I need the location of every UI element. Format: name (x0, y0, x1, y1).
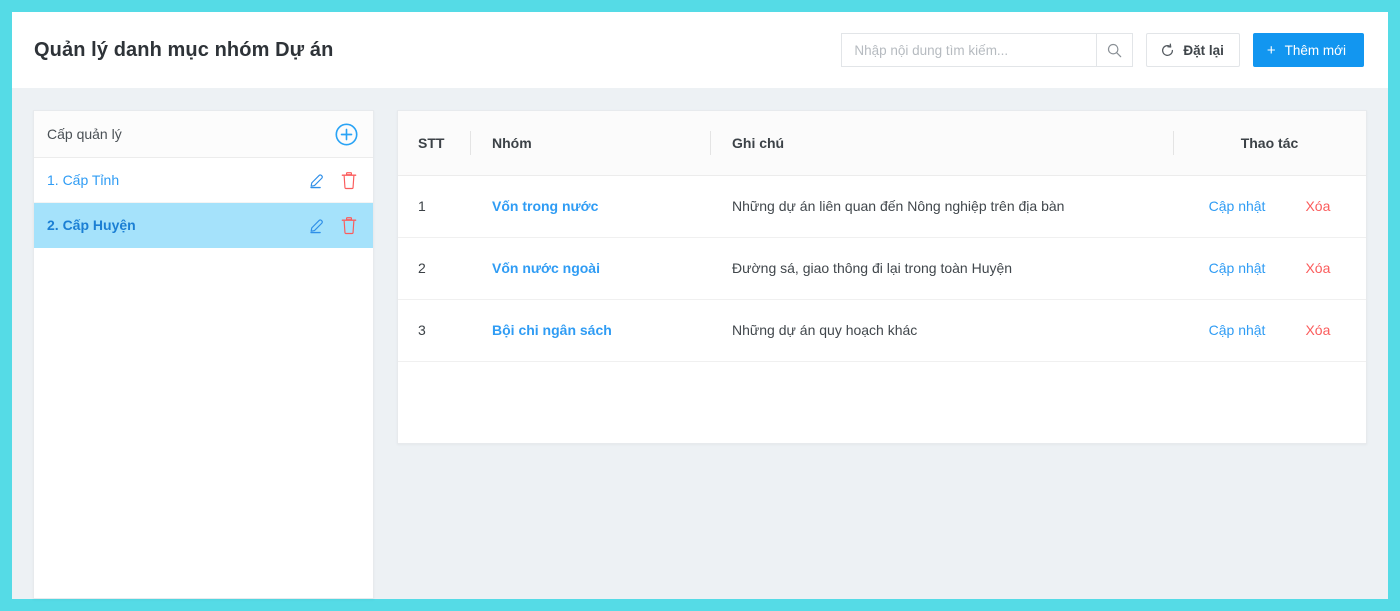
refresh-icon (1162, 42, 1174, 56)
update-link[interactable]: Cập nhật (1209, 260, 1266, 276)
row-actions: Cập nhật Xóa (1173, 322, 1366, 338)
filler-cell (398, 361, 470, 443)
cell-actions: Cập nhật Xóa (1173, 299, 1366, 362)
search-icon (1108, 43, 1122, 57)
cell-stt: 2 (398, 237, 470, 300)
project-group-table-panel: STT Nhóm Ghi chú Thao tác 1 Vốn trong nư… (397, 110, 1367, 444)
cell-group: Bội chi ngân sách (470, 299, 710, 362)
page-title: Quản lý danh mục nhóm Dự án (34, 38, 334, 61)
management-level-header: Cấp quản lý (34, 111, 373, 158)
trash-icon (341, 171, 357, 189)
filler-cell (710, 361, 1173, 443)
header-actions: Đặt lại + Thêm mới (841, 33, 1364, 67)
column-header-group: Nhóm (470, 111, 710, 176)
table-header: STT Nhóm Ghi chú Thao tác (398, 111, 1366, 176)
pencil-icon (310, 219, 323, 234)
filler-cell (470, 361, 710, 443)
column-header-note: Ghi chú (710, 111, 1173, 176)
edit-level-button[interactable] (308, 171, 326, 189)
app-window: Quản lý danh mục nhóm Dự án Đặt lại (12, 12, 1388, 599)
group-name-link[interactable]: Bội chi ngân sách (492, 322, 612, 338)
cell-group: Vốn trong nước (470, 175, 710, 238)
update-link[interactable]: Cập nhật (1209, 198, 1266, 214)
table-header-row: STT Nhóm Ghi chú Thao tác (398, 111, 1366, 176)
cell-group: Vốn nước ngoài (470, 237, 710, 300)
delete-link[interactable]: Xóa (1305, 260, 1330, 276)
delete-link[interactable]: Xóa (1305, 198, 1330, 214)
delete-link[interactable]: Xóa (1305, 322, 1330, 338)
filler-cell (1173, 361, 1366, 443)
cell-note: Những dự án liên quan đến Nông nghiệp tr… (710, 175, 1173, 238)
cell-stt: 3 (398, 299, 470, 362)
management-level-panel: Cấp quản lý 1. Cấp Tỉnh 2. Cấp Huyện (33, 110, 374, 599)
cell-actions: Cập nhật Xóa (1173, 175, 1366, 238)
management-level-title: Cấp quản lý (47, 126, 122, 142)
sidebar-item-cap-huyen[interactable]: 2. Cấp Huyện (34, 203, 373, 248)
column-header-stt: STT (398, 111, 470, 176)
plus-icon: + (1266, 41, 1276, 59)
group-name-link[interactable]: Vốn nước ngoài (492, 260, 600, 276)
management-level-list: 1. Cấp Tỉnh 2. Cấp Huyện (34, 158, 373, 598)
sidebar-item-label: 1. Cấp Tỉnh (47, 172, 120, 188)
delete-level-button[interactable] (340, 171, 358, 190)
row-actions: Cập nhật Xóa (1173, 260, 1366, 276)
search-box[interactable] (841, 33, 1134, 67)
table-row[interactable]: 3 Bội chi ngân sách Những dự án quy hoạc… (398, 299, 1366, 362)
cell-note: Những dự án quy hoạch khác (710, 299, 1173, 362)
delete-level-button[interactable] (340, 216, 358, 235)
trash-icon (341, 216, 357, 234)
sidebar-item-actions (308, 171, 358, 190)
table-body: 1 Vốn trong nước Những dự án liên quan đ… (398, 175, 1366, 443)
cell-note: Đường sá, giao thông đi lại trong toàn H… (710, 237, 1173, 300)
search-button[interactable] (1096, 34, 1133, 66)
page-header: Quản lý danh mục nhóm Dự án Đặt lại (12, 12, 1388, 88)
search-input[interactable] (842, 34, 1097, 66)
column-header-action: Thao tác (1173, 111, 1366, 176)
sidebar-item-actions (308, 216, 358, 235)
reset-button[interactable]: Đặt lại (1146, 33, 1240, 67)
reset-button-label: Đặt lại (1183, 42, 1224, 58)
cell-stt: 1 (398, 175, 470, 238)
cell-actions: Cập nhật Xóa (1173, 237, 1366, 300)
table-row[interactable]: 1 Vốn trong nước Những dự án liên quan đ… (398, 175, 1366, 238)
group-name-link[interactable]: Vốn trong nước (492, 198, 598, 214)
project-group-table: STT Nhóm Ghi chú Thao tác 1 Vốn trong nư… (398, 111, 1366, 443)
row-actions: Cập nhật Xóa (1173, 198, 1366, 214)
add-new-button[interactable]: + Thêm mới (1252, 33, 1364, 67)
edit-level-button[interactable] (308, 216, 326, 234)
add-level-button[interactable] (334, 122, 359, 147)
add-new-button-label: Thêm mới (1284, 42, 1346, 58)
pencil-icon (310, 174, 323, 189)
circle-plus-icon (335, 122, 358, 146)
table-row[interactable]: 2 Vốn nước ngoài Đường sá, giao thông đi… (398, 237, 1366, 300)
sidebar-item-label: 2. Cấp Huyện (47, 217, 136, 233)
content-area: Cấp quản lý 1. Cấp Tỉnh 2. Cấp Huyện STT… (12, 88, 1388, 599)
update-link[interactable]: Cập nhật (1209, 322, 1266, 338)
table-empty-space (398, 361, 1366, 443)
sidebar-item-cap-tinh[interactable]: 1. Cấp Tỉnh (34, 158, 373, 203)
